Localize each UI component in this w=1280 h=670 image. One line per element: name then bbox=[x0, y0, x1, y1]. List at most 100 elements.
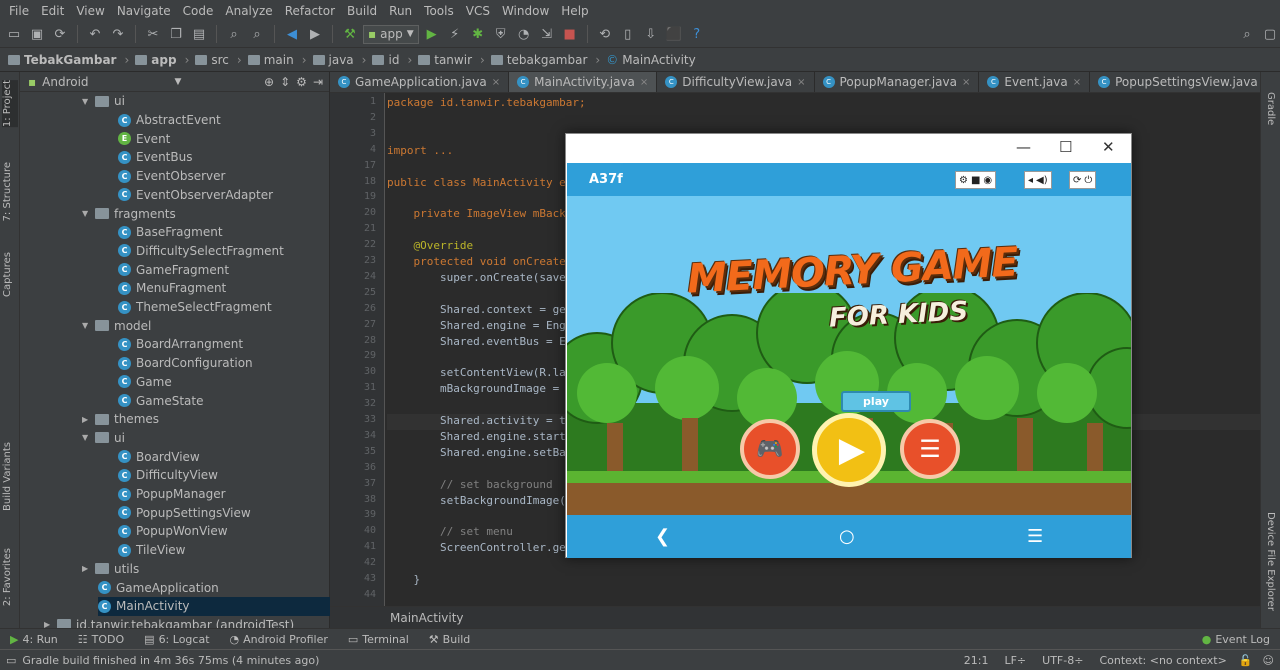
tree-item[interactable]: C PopupWonView bbox=[118, 522, 349, 541]
sync-icon[interactable]: ⊕ bbox=[264, 75, 274, 89]
chevron-right-icon[interactable]: ▶ bbox=[82, 564, 90, 573]
tree-item[interactable]: ▼ fragments bbox=[82, 204, 349, 223]
editor-status-text[interactable]: MainActivity bbox=[390, 611, 464, 625]
power-icon[interactable]: ⏻ bbox=[1084, 175, 1092, 186]
window-icon[interactable]: ▢ bbox=[1260, 24, 1280, 44]
tree-item[interactable]: C BaseFragment bbox=[118, 223, 349, 242]
find-icon[interactable]: ⌕ bbox=[224, 24, 244, 44]
tree-item[interactable]: C EventBus bbox=[118, 148, 349, 167]
menu-list-button[interactable]: ☰ bbox=[900, 419, 960, 479]
close-icon[interactable]: ✕ bbox=[1102, 138, 1115, 156]
tree-item[interactable]: C DifficultyView bbox=[118, 466, 349, 485]
tab-project[interactable]: 1: Project bbox=[2, 80, 18, 128]
breadcrumb-item[interactable]: © MainActivity bbox=[606, 53, 702, 67]
undo-icon[interactable]: ↶ bbox=[85, 24, 105, 44]
status-window-icon[interactable]: ▭ bbox=[0, 654, 22, 667]
copy-icon[interactable]: ❐ bbox=[166, 24, 186, 44]
tree-item[interactable]: ▼ ui bbox=[82, 429, 349, 448]
play-button[interactable]: ▶ bbox=[812, 413, 886, 487]
coverage-icon[interactable]: ⛨ bbox=[491, 24, 511, 44]
breadcrumb-item[interactable]: tebakgambar › bbox=[490, 53, 606, 67]
breadcrumb-item[interactable]: src › bbox=[195, 53, 247, 67]
menu-item-vcs[interactable]: VCS bbox=[460, 4, 496, 18]
replace-icon[interactable]: ⌕ bbox=[247, 24, 267, 44]
volume-up-icon[interactable]: ◀) bbox=[1036, 175, 1048, 186]
editor-tab[interactable]: C MainActivity.java × bbox=[509, 72, 658, 92]
inspector-icon[interactable]: ☺ bbox=[1257, 654, 1280, 667]
cursor-position[interactable]: 21:1 bbox=[956, 654, 997, 667]
lock-icon[interactable]: 🔓 bbox=[1235, 654, 1257, 667]
settings-icon[interactable]: ⚙ bbox=[959, 175, 968, 186]
hide-icon[interactable]: ⇥ bbox=[313, 75, 329, 89]
tree-item[interactable]: C GameState bbox=[118, 391, 349, 410]
menu-item-edit[interactable]: Edit bbox=[35, 4, 70, 18]
context-indicator[interactable]: Context: <no context> bbox=[1091, 654, 1234, 667]
editor-tab[interactable]: C PopupManager.java × bbox=[815, 72, 980, 92]
rotate-icon[interactable]: ⟳ bbox=[1073, 175, 1081, 186]
close-icon[interactable]: × bbox=[1073, 77, 1081, 88]
tree-item[interactable]: C EventObserverAdapter bbox=[118, 186, 349, 205]
tree-item[interactable]: C PopupManager bbox=[118, 485, 349, 504]
menu-item-build[interactable]: Build bbox=[341, 4, 383, 18]
volume-down-icon[interactable]: ◂ bbox=[1028, 175, 1033, 186]
tree-item[interactable]: C Game bbox=[118, 373, 349, 392]
nav-back-icon[interactable]: ❮ bbox=[655, 526, 670, 547]
tree-item[interactable]: C MenuFragment bbox=[118, 279, 349, 298]
debug-icon[interactable]: ✱ bbox=[468, 24, 488, 44]
chevron-down-icon[interactable]: ▼ bbox=[82, 433, 90, 442]
tree-item[interactable]: C MainActivity bbox=[98, 596, 349, 616]
editor-tab[interactable]: CPopupSettingsView.java× bbox=[1090, 72, 1280, 92]
tab-device-file-explorer[interactable]: Device File Explorer bbox=[1265, 512, 1276, 611]
tree-item[interactable]: C BoardView bbox=[118, 447, 349, 466]
breadcrumb-item[interactable]: main › bbox=[247, 53, 313, 67]
close-icon[interactable]: × bbox=[797, 77, 805, 88]
tree-item[interactable]: C AbstractEvent bbox=[118, 111, 349, 130]
breadcrumb-item[interactable]: id › bbox=[372, 53, 418, 67]
status-message[interactable]: Gradle build finished in 4m 36s 75ms (4 … bbox=[22, 654, 319, 667]
cut-icon[interactable]: ✂ bbox=[143, 24, 163, 44]
chevron-down-icon[interactable]: ▼ bbox=[82, 97, 90, 106]
line-separator[interactable]: LF÷ bbox=[996, 654, 1034, 667]
forward-icon[interactable]: ▶ bbox=[305, 24, 325, 44]
tree-item[interactable]: C GameApplication bbox=[98, 578, 349, 597]
close-icon[interactable]: × bbox=[640, 77, 648, 88]
screenshot-icon[interactable]: ◉ bbox=[983, 175, 992, 186]
tree-item[interactable]: C TileView bbox=[118, 541, 349, 560]
gear-icon[interactable]: ⚙ bbox=[296, 75, 307, 89]
file-encoding[interactable]: UTF-8÷ bbox=[1034, 654, 1091, 667]
tree-item[interactable]: C DifficultySelectFragment bbox=[118, 242, 349, 261]
tool-window-terminal[interactable]: ▭ Terminal bbox=[338, 633, 419, 646]
tool-window-run[interactable]: ▶ 4: Run bbox=[0, 633, 68, 646]
minimize-icon[interactable]: — bbox=[1016, 138, 1031, 156]
menu-item-refactor[interactable]: Refactor bbox=[279, 4, 341, 18]
tree-item[interactable]: ▼ ui bbox=[82, 92, 349, 111]
tree-item[interactable]: ▶ themes bbox=[82, 410, 349, 429]
tab-structure[interactable]: 7: Structure bbox=[2, 162, 13, 221]
menu-item-window[interactable]: Window bbox=[496, 4, 555, 18]
tool-window-build[interactable]: ⚒ Build bbox=[419, 633, 481, 646]
save-icon[interactable]: ▣ bbox=[27, 24, 47, 44]
chevron-down-icon[interactable]: ▼ bbox=[82, 209, 90, 218]
nav-menu-icon[interactable]: ☰ bbox=[1027, 526, 1043, 547]
project-view-select[interactable]: Android bbox=[42, 75, 88, 89]
redo-icon[interactable]: ↷ bbox=[108, 24, 128, 44]
gamepad-button[interactable]: 🎮 bbox=[740, 419, 800, 479]
paste-icon[interactable]: ▤ bbox=[189, 24, 209, 44]
help-icon[interactable]: ? bbox=[687, 24, 707, 44]
close-icon[interactable]: × bbox=[492, 77, 500, 88]
tab-captures[interactable]: Captures bbox=[2, 252, 13, 297]
tool-window-profiler[interactable]: ◔ Android Profiler bbox=[220, 633, 338, 646]
chevron-right-icon[interactable]: ▶ bbox=[82, 415, 90, 424]
tree-item[interactable]: C EventObserver bbox=[118, 167, 349, 186]
chevron-down-icon[interactable]: ▼ bbox=[82, 321, 90, 330]
tab-gradle[interactable]: Gradle bbox=[1265, 92, 1276, 125]
breadcrumb-item[interactable]: java › bbox=[312, 53, 373, 67]
sync-icon[interactable]: ⟳ bbox=[50, 24, 70, 44]
menu-item-code[interactable]: Code bbox=[177, 4, 220, 18]
tree-item[interactable]: ▶ utils bbox=[82, 560, 349, 579]
maximize-icon[interactable]: ☐ bbox=[1059, 138, 1072, 156]
run-config-select[interactable]: ▪ app ▼ bbox=[363, 24, 419, 44]
tree-item[interactable]: C BoardConfiguration bbox=[118, 354, 349, 373]
menu-item-view[interactable]: View bbox=[70, 4, 110, 18]
make-icon[interactable]: ⚒ bbox=[340, 24, 360, 44]
